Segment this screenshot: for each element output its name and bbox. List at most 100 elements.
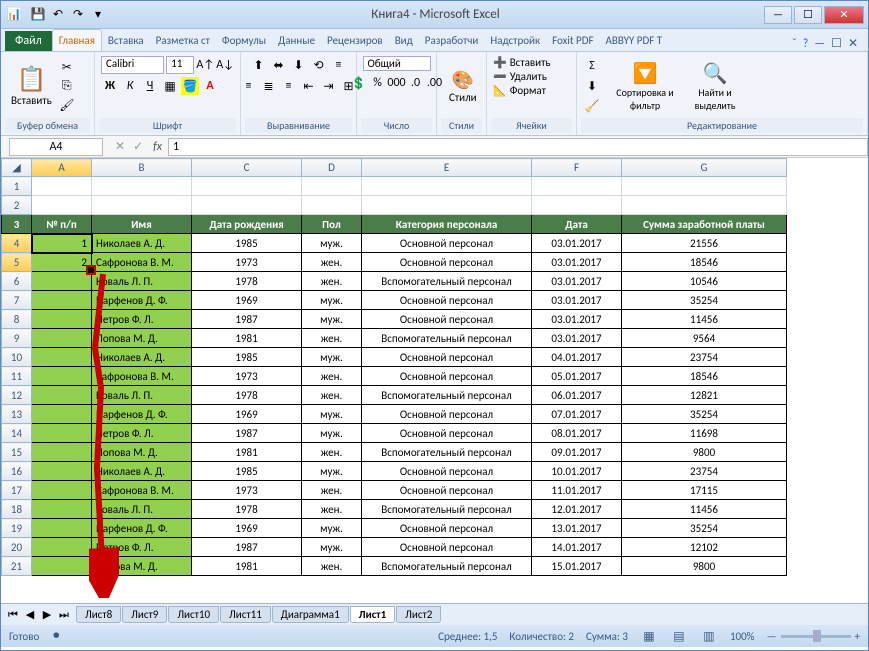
cell-sum[interactable]: 11456 <box>622 500 787 519</box>
cell[interactable] <box>302 196 362 215</box>
name-box[interactable]: A4 <box>9 138 103 156</box>
cell-born[interactable]: 1978 <box>192 272 302 291</box>
tab-надстройк[interactable]: Надстройк <box>484 30 546 51</box>
comma-icon[interactable]: 000 <box>388 74 406 92</box>
cell-category[interactable]: Вспомогательный персонал <box>362 443 532 462</box>
zoom-in-icon[interactable]: + <box>855 630 860 643</box>
cell-date[interactable]: 07.01.2017 <box>532 405 622 424</box>
row-header-18[interactable]: 18 <box>2 500 32 519</box>
col-header-E[interactable]: E <box>362 159 532 177</box>
cell-name[interactable]: Попова М. Д. <box>92 557 192 576</box>
fill-icon[interactable]: ⬇ <box>583 77 601 95</box>
close-button[interactable]: ✕ <box>824 6 864 24</box>
tab-вставка[interactable]: Вставка <box>102 30 150 51</box>
save-icon[interactable]: 💾 <box>29 6 47 24</box>
sheet-tab-Лист8[interactable]: Лист8 <box>76 606 121 623</box>
col-header-A[interactable]: A <box>32 159 92 177</box>
cell-sum[interactable]: 11456 <box>622 310 787 329</box>
tab-главная[interactable]: Главная <box>52 29 102 51</box>
cell-date[interactable]: 10.01.2017 <box>532 462 622 481</box>
confirm-formula-icon[interactable]: ✓ <box>129 139 147 154</box>
cell-born[interactable]: 1985 <box>192 462 302 481</box>
cell-date[interactable]: 09.01.2017 <box>532 443 622 462</box>
doc-close-icon[interactable]: ✕ <box>848 36 858 51</box>
col-header-F[interactable]: F <box>532 159 622 177</box>
italic-icon[interactable]: К <box>121 77 139 95</box>
col-header-B[interactable]: B <box>92 159 192 177</box>
cell-born[interactable]: 1985 <box>192 348 302 367</box>
cell-sum[interactable]: 35254 <box>622 519 787 538</box>
cell-sex[interactable]: муж. <box>302 291 362 310</box>
cell-number[interactable] <box>32 272 92 291</box>
cell-category[interactable]: Вспомогательный персонал <box>362 329 532 348</box>
cell[interactable] <box>192 177 302 196</box>
fill-handle[interactable] <box>86 265 96 275</box>
cell-sex[interactable]: муж. <box>302 348 362 367</box>
worksheet[interactable]: ◢ABCDEFG123№ п/пИмяДата рожденияПолКатег… <box>1 158 868 603</box>
cell-name[interactable]: Коваль Л. П. <box>92 272 192 291</box>
cell-sex[interactable]: жен. <box>302 500 362 519</box>
fx-icon[interactable]: fx <box>147 140 168 154</box>
cell-name[interactable]: Николаев А. Д. <box>92 234 192 253</box>
cell-number[interactable]: 1 <box>32 234 92 253</box>
border-icon[interactable]: ▦ <box>161 77 179 95</box>
col-header-D[interactable]: D <box>302 159 362 177</box>
align-left-icon[interactable]: ≡ <box>240 77 258 95</box>
row-header-2[interactable]: 2 <box>2 196 32 215</box>
row-header-4[interactable]: 4 <box>2 234 32 253</box>
cell-category[interactable]: Вспомогательный персонал <box>362 557 532 576</box>
cell[interactable] <box>622 196 787 215</box>
row-header-6[interactable]: 6 <box>2 272 32 291</box>
font-name-select[interactable]: Calibri <box>101 56 164 74</box>
cells-insert[interactable]: ➕Вставить <box>493 56 570 69</box>
row-header-5[interactable]: 5 <box>2 253 32 272</box>
cell-sex[interactable]: жен. <box>302 253 362 272</box>
cell-name[interactable]: Коваль Л. П. <box>92 500 192 519</box>
row-header-15[interactable]: 15 <box>2 443 32 462</box>
table-header[interactable]: № п/п <box>32 215 92 234</box>
cell-name[interactable]: Сафронова В. М. <box>92 481 192 500</box>
tab-next-icon[interactable]: ▶ <box>39 608 55 622</box>
normal-view-icon[interactable]: ▦ <box>640 627 658 645</box>
row-header-9[interactable]: 9 <box>2 329 32 348</box>
formula-input[interactable]: 1 <box>168 138 868 156</box>
cell[interactable] <box>92 196 192 215</box>
currency-icon[interactable]: 💲 <box>350 74 368 92</box>
cell-sex[interactable]: жен. <box>302 329 362 348</box>
sheet-tab-Лист11[interactable]: Лист11 <box>220 606 271 623</box>
tab-foxit pdf[interactable]: Foxit PDF <box>546 30 599 51</box>
page-layout-icon[interactable]: ▤ <box>670 627 688 645</box>
cell-number[interactable] <box>32 367 92 386</box>
table-header[interactable]: Пол <box>302 215 362 234</box>
row-header-7[interactable]: 7 <box>2 291 32 310</box>
cell-number[interactable] <box>32 519 92 538</box>
cell-number[interactable] <box>32 291 92 310</box>
cell-number[interactable]: 2 <box>32 253 92 272</box>
cell[interactable] <box>362 196 532 215</box>
format-painter-icon[interactable]: 🖌 <box>58 96 76 114</box>
cell-sex[interactable]: муж. <box>302 234 362 253</box>
cell-number[interactable] <box>32 443 92 462</box>
tab-вид[interactable]: Вид <box>389 30 419 51</box>
row-header-8[interactable]: 8 <box>2 310 32 329</box>
cell-category[interactable]: Основной персонал <box>362 462 532 481</box>
cell-date[interactable]: 14.01.2017 <box>532 538 622 557</box>
cell-sex[interactable]: жен. <box>302 481 362 500</box>
cell-category[interactable]: Вспомогательный персонал <box>362 272 532 291</box>
col-header-G[interactable]: G <box>622 159 787 177</box>
cell-name[interactable]: Николаев А. Д. <box>92 348 192 367</box>
cell-date[interactable]: 03.01.2017 <box>532 329 622 348</box>
cell-sum[interactable]: 11698 <box>622 424 787 443</box>
help-icon[interactable]: ? <box>803 37 809 51</box>
cell-sum[interactable]: 12102 <box>622 538 787 557</box>
align-right-icon[interactable]: ≡ <box>280 77 298 95</box>
cell-category[interactable]: Основной персонал <box>362 234 532 253</box>
row-header-1[interactable]: 1 <box>2 177 32 196</box>
cell-born[interactable]: 1978 <box>192 386 302 405</box>
cell-category[interactable]: Основной персонал <box>362 481 532 500</box>
file-tab[interactable]: Файл <box>5 31 52 51</box>
tab-last-icon[interactable]: ⏭ <box>56 608 72 622</box>
cell-category[interactable]: Основной персонал <box>362 348 532 367</box>
cell-number[interactable] <box>32 538 92 557</box>
row-header-11[interactable]: 11 <box>2 367 32 386</box>
